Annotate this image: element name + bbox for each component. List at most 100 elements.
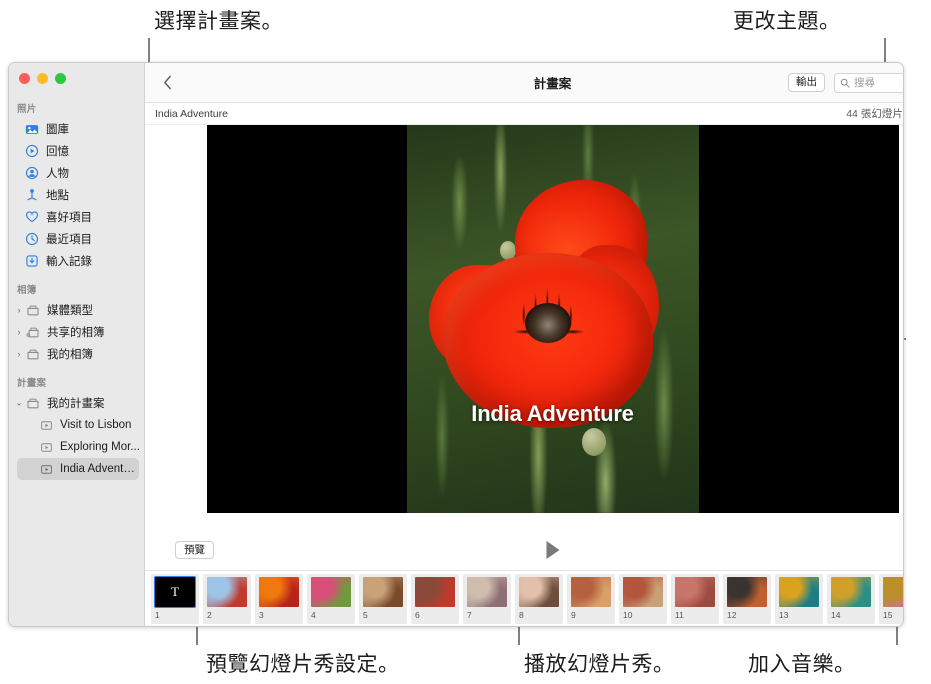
sidebar-item-media-types[interactable]: › 媒體類型: [9, 299, 144, 321]
chevron-right-icon[interactable]: ›: [15, 305, 23, 315]
sidebar-item-places[interactable]: 地點: [9, 184, 144, 206]
filmstrip-thumb[interactable]: 2: [203, 573, 251, 624]
sidebar-item-label: Visit to Lisbon: [60, 419, 132, 431]
slide-photo: [406, 125, 699, 513]
slide-title-text: India Adventure: [471, 401, 634, 426]
people-icon: [25, 166, 39, 180]
thumb-number: 2: [207, 609, 212, 620]
filmstrip-thumb[interactable]: 11: [671, 573, 719, 624]
slideshow-preview[interactable]: India Adventure: [206, 125, 899, 513]
clock-icon: [25, 232, 39, 246]
sidebar-item-label: 人物: [46, 168, 69, 180]
minimize-button[interactable]: [37, 73, 48, 84]
filmstrip-thumb[interactable]: 8: [515, 573, 563, 624]
filmstrip-thumb[interactable]: T1: [151, 573, 199, 624]
slide-filmstrip[interactable]: T123456789101112131415+: [145, 570, 903, 626]
filmstrip-thumb[interactable]: 15: [879, 573, 903, 624]
thumb-number: 11: [675, 609, 684, 620]
sidebar-item-label: 我的計畫案: [47, 398, 105, 410]
search-placeholder: 搜尋: [854, 77, 875, 89]
thumb-image: [675, 576, 715, 607]
sidebar-item-people[interactable]: 人物: [9, 162, 144, 184]
sidebar-item-label: 輸入記錄: [46, 256, 92, 268]
thumb-image: [623, 576, 663, 607]
callout-add-music: 加入音樂。: [748, 653, 856, 676]
zoom-button[interactable]: [55, 73, 66, 84]
sidebar-item-library[interactable]: 圖庫: [9, 118, 144, 140]
sidebar-scroll: 照片 圖庫 回憶 人物 地點 喜好項目 最近項目 輸入記錄 相簿 › 媒體類型 …: [9, 63, 144, 480]
thumb-image: [519, 576, 559, 607]
thumb-number: 3: [259, 609, 264, 620]
poppy-center: [524, 303, 571, 343]
close-button[interactable]: [19, 73, 30, 84]
sidebar-section-albums-title: 相簿: [17, 285, 37, 296]
sidebar-item-memories[interactable]: 回憶: [9, 140, 144, 162]
sidebar-item-recents[interactable]: 最近項目: [9, 228, 144, 250]
sidebar-item-label: 地點: [46, 190, 69, 202]
slideshow-icon: [39, 462, 53, 476]
sidebar-item-favorites[interactable]: 喜好項目: [9, 206, 144, 228]
sidebar-section-photos-title: 照片: [17, 104, 37, 115]
filmstrip-thumb[interactable]: 7: [463, 573, 511, 624]
filmstrip-thumb[interactable]: 4: [307, 573, 355, 624]
thumb-image: [571, 576, 611, 607]
filmstrip-thumb[interactable]: 6: [411, 573, 459, 624]
filmstrip-thumb[interactable]: 3: [255, 573, 303, 624]
folder-icon: [26, 396, 40, 410]
chevron-right-icon[interactable]: ›: [15, 327, 23, 337]
sidebar-item-label: 共享的相簿: [47, 327, 105, 339]
thumb-image: [883, 576, 903, 607]
sidebar-item-my-projects[interactable]: ⌄ 我的計畫案: [9, 392, 144, 414]
thumb-image: [363, 576, 403, 607]
callout-change-theme: 更改主題。: [733, 10, 841, 33]
thumb-number: 13: [779, 609, 789, 620]
search-field[interactable]: 搜尋: [834, 72, 903, 93]
thumb-image: [311, 576, 351, 607]
export-button[interactable]: 輸出: [788, 73, 825, 92]
filmstrip-thumb[interactable]: 13: [775, 573, 823, 624]
chevron-right-icon[interactable]: ›: [15, 349, 23, 359]
sidebar-item-shared-albums[interactable]: › 共享的相簿: [9, 321, 144, 343]
sidebar-item-label: 喜好項目: [46, 212, 92, 224]
thumb-number: 9: [571, 609, 576, 620]
filmstrip-thumb[interactable]: 5: [359, 573, 407, 624]
thumb-number: 7: [467, 609, 472, 620]
search-icon: [840, 78, 850, 88]
sidebar-item-my-albums[interactable]: › 我的相簿: [9, 343, 144, 365]
sidebar-item-imports[interactable]: 輸入記錄: [9, 250, 144, 272]
library-icon: [25, 122, 39, 136]
thumb-number: 5: [363, 609, 368, 620]
sidebar-section-projects-title: 計畫案: [17, 378, 47, 389]
preview-button[interactable]: 預覽: [175, 540, 214, 560]
callout-play-slideshow: 播放幻燈片秀。: [524, 653, 675, 676]
sidebar: 照片 圖庫 回憶 人物 地點 喜好項目 最近項目 輸入記錄 相簿 › 媒體類型 …: [9, 63, 145, 626]
thumb-number: 14: [831, 609, 841, 620]
play-icon[interactable]: [546, 541, 559, 559]
sidebar-item-india-adventure[interactable]: India Adventure: [17, 458, 139, 480]
thumb-image: [727, 576, 767, 607]
back-button[interactable]: [157, 75, 178, 90]
filmstrip-thumb[interactable]: 10: [619, 573, 667, 624]
sidebar-item-visit-to-lisbon[interactable]: Visit to Lisbon: [9, 414, 144, 436]
folder-icon: [26, 303, 40, 317]
sidebar-item-label: India Adventure: [60, 463, 139, 475]
thumb-image: [467, 576, 507, 607]
sidebar-item-exploring-morocco[interactable]: Exploring Mor...: [9, 436, 144, 458]
callout-preview-settings: 預覽幻燈片秀設定。: [206, 653, 400, 676]
project-info-bar: India Adventure 44 張幻燈片 · 2:38 分: [145, 103, 903, 125]
toolbar: 計畫案 輸出 搜尋: [145, 63, 903, 103]
thumb-image: [415, 576, 455, 607]
thumb-number: 1: [155, 609, 160, 620]
sidebar-item-label: 最近項目: [46, 234, 92, 246]
thumb-number: 15: [883, 609, 893, 620]
thumb-number: 4: [311, 609, 316, 620]
slideshow-icon: [39, 440, 53, 454]
thumb-number: 12: [727, 609, 737, 620]
filmstrip-thumb[interactable]: 9: [567, 573, 615, 624]
filmstrip-thumb[interactable]: 14: [827, 573, 875, 624]
screenshot-root: 選擇計畫案。 更改主題。 預覽幻燈片秀設定。 播放幻燈片秀。 加入音樂。 照片: [0, 0, 931, 684]
sidebar-item-label: Exploring Mor...: [60, 441, 140, 453]
filmstrip-thumb[interactable]: 12: [723, 573, 771, 624]
thumb-title-letter: T: [155, 576, 195, 607]
chevron-down-icon[interactable]: ⌄: [15, 398, 23, 409]
